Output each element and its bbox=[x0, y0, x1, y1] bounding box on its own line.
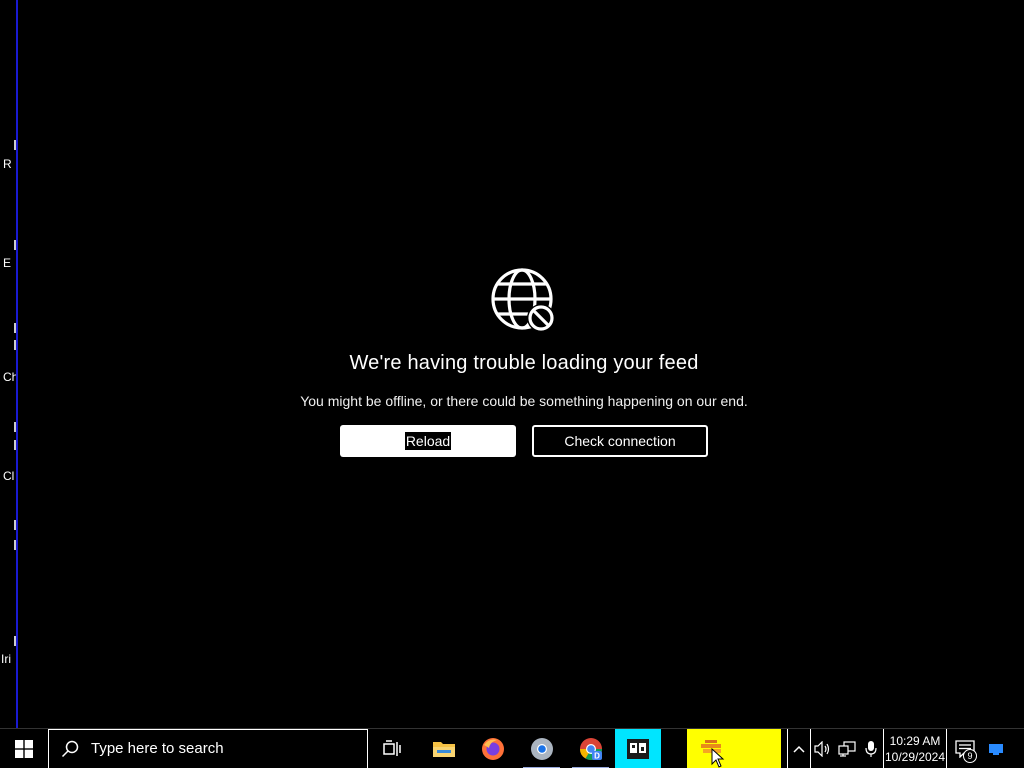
action-center-button[interactable]: 9 bbox=[947, 729, 983, 768]
windows-logo-icon bbox=[15, 739, 33, 758]
taskbar-clock[interactable]: 10:29 AM 10/29/2024 bbox=[883, 728, 947, 768]
start-button[interactable] bbox=[0, 729, 48, 768]
error-actions: Reload Check connection bbox=[250, 425, 798, 457]
system-tray: 10:29 AM 10/29/2024 9 bbox=[787, 728, 1003, 768]
taskbar: Type here to search D 10:29 AM 10/29/202… bbox=[0, 728, 1024, 768]
desktop-icon-label[interactable]: E bbox=[3, 256, 11, 270]
file-explorer-icon bbox=[432, 741, 455, 757]
desktop-preview-icon bbox=[989, 743, 1003, 755]
volume-button[interactable] bbox=[811, 729, 835, 768]
search-icon bbox=[61, 740, 79, 757]
task-view-icon bbox=[382, 739, 401, 756]
firefox-button[interactable] bbox=[468, 729, 517, 768]
desktop-screen: R E Ch Cl Iri We're having trouble loadi… bbox=[0, 0, 1024, 768]
chrome-icon bbox=[530, 737, 553, 760]
chrome-button[interactable] bbox=[517, 729, 566, 768]
chrome-dev-icon: D bbox=[579, 737, 602, 760]
reload-button-label: Reload bbox=[404, 432, 452, 450]
window-edge bbox=[16, 0, 18, 728]
desktop-icon-label[interactable]: Cl bbox=[3, 469, 14, 483]
clock-date: 10/29/2024 bbox=[884, 749, 946, 764]
chrome-dev-button[interactable]: D bbox=[566, 729, 615, 768]
chevron-up-icon bbox=[793, 745, 805, 753]
file-explorer-button[interactable] bbox=[419, 729, 468, 768]
mouse-cursor-icon bbox=[711, 747, 725, 768]
desktop-icon-label[interactable]: Iri bbox=[1, 652, 11, 666]
network-icon bbox=[838, 740, 856, 757]
notification-count-badge: 9 bbox=[963, 748, 977, 763]
search-placeholder: Type here to search bbox=[91, 740, 224, 757]
active-app-button[interactable] bbox=[615, 728, 661, 768]
desktop-icon-label[interactable]: Ch bbox=[3, 370, 17, 384]
microphone-icon bbox=[865, 740, 877, 757]
desktop-icons-strip: R E Ch Cl Iri bbox=[0, 0, 17, 728]
desktop-icon-label[interactable]: R bbox=[3, 157, 12, 171]
error-title: We're having trouble loading your feed bbox=[349, 352, 699, 374]
show-desktop-button[interactable] bbox=[989, 729, 1003, 768]
svg-text:D: D bbox=[594, 751, 600, 760]
terminal-app-icon bbox=[627, 738, 649, 759]
volume-icon bbox=[814, 740, 830, 757]
globe-blocked-icon bbox=[491, 268, 555, 332]
error-subtitle: You might be offline, or there could be … bbox=[300, 393, 748, 409]
taskbar-search-box[interactable]: Type here to search bbox=[48, 728, 368, 768]
widgets-button[interactable] bbox=[687, 728, 781, 768]
microphone-button[interactable] bbox=[859, 729, 883, 768]
reload-button[interactable]: Reload bbox=[340, 425, 516, 457]
show-hidden-icons-button[interactable] bbox=[787, 728, 811, 768]
check-connection-button[interactable]: Check connection bbox=[532, 425, 708, 457]
clock-time: 10:29 AM bbox=[889, 733, 941, 748]
feed-error-panel: We're having trouble loading your feed Y… bbox=[250, 262, 798, 457]
task-view-button[interactable] bbox=[368, 729, 417, 768]
network-button[interactable] bbox=[835, 729, 859, 768]
firefox-icon bbox=[481, 737, 504, 760]
